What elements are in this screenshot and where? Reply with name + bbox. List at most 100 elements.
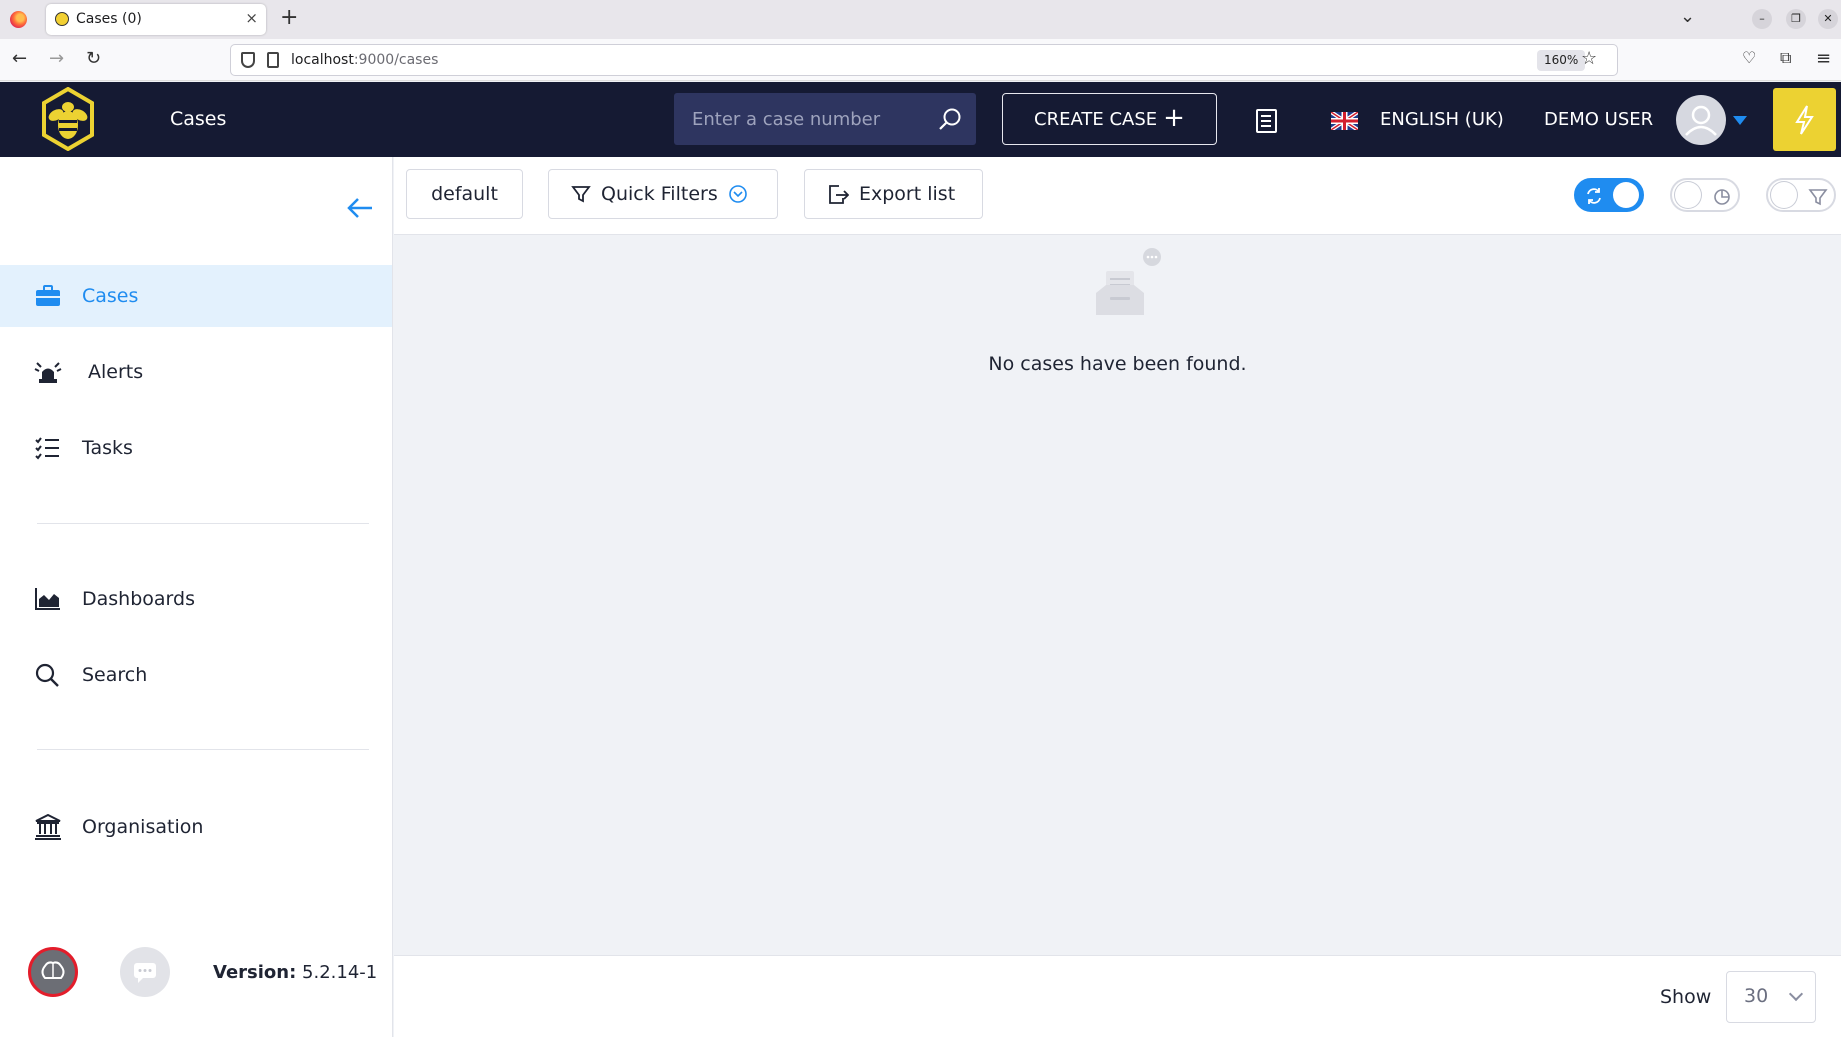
sidebar-item-alerts[interactable]: Alerts	[0, 341, 392, 403]
sidebar-divider	[37, 523, 369, 524]
app-header: Cases CREATE CASE + ENGLISH (UK) DEMO US…	[0, 82, 1841, 157]
filters-toggle[interactable]	[1766, 178, 1836, 212]
chevron-down-circle-icon	[728, 185, 747, 203]
filter-icon	[571, 186, 591, 203]
zoom-badge[interactable]: 160%	[1537, 50, 1586, 71]
page-icon	[267, 52, 279, 68]
sidebar-item-organisation[interactable]: Organisation	[0, 796, 392, 858]
user-menu-caret-icon[interactable]	[1733, 116, 1747, 125]
sidebar-item-label: Alerts	[88, 361, 144, 383]
institution-icon	[35, 814, 61, 840]
brain-icon	[41, 961, 65, 979]
language-selector[interactable]: ENGLISH (UK)	[1380, 109, 1504, 130]
sidebar-item-tasks[interactable]: Tasks	[0, 417, 392, 479]
bookmark-star-icon[interactable]: ☆	[1581, 48, 1597, 69]
toggle-knob	[1771, 182, 1797, 208]
quick-filters-button[interactable]: Quick Filters	[548, 169, 778, 219]
extensions-icon[interactable]: ⧉	[1780, 48, 1791, 68]
shield-icon[interactable]	[241, 52, 255, 68]
user-name[interactable]: DEMO USER	[1544, 109, 1653, 130]
close-window-icon[interactable]: ✕	[1818, 9, 1838, 29]
empty-state-message: No cases have been found.	[988, 353, 1247, 375]
export-list-label: Export list	[859, 183, 956, 205]
plus-icon: +	[1163, 102, 1185, 133]
browser-nav-bar: ← → ↻ localhost:9000/cases 160% ☆ ♡ ⧉ ≡	[0, 39, 1841, 81]
main-content: default Quick Filters Export list No cas…	[394, 157, 1841, 1037]
chevron-down-icon	[1788, 986, 1804, 1002]
url-text[interactable]: localhost:9000/cases	[291, 52, 438, 68]
ai-assistant-button[interactable]	[28, 947, 78, 997]
browser-tab-bar: Cases (0) × + ⌄ – ❐ ✕	[0, 0, 1841, 39]
chart-area-icon	[35, 588, 60, 610]
tasklist-icon	[35, 437, 59, 460]
sidebar-item-label: Dashboards	[82, 588, 195, 610]
url-path: :9000/cases	[353, 52, 439, 68]
pagination-footer: Show 30	[394, 955, 1841, 1037]
toggle-knob	[1675, 182, 1701, 208]
reload-icon[interactable]: ↻	[86, 48, 101, 69]
filter-icon	[1808, 189, 1828, 206]
pocket-icon[interactable]: ♡	[1742, 48, 1756, 67]
quick-actions-button[interactable]	[1773, 88, 1836, 151]
uk-flag-icon[interactable]	[1331, 112, 1358, 130]
export-list-button[interactable]: Export list	[804, 169, 983, 219]
chat-icon	[134, 963, 156, 983]
case-number-input[interactable]	[674, 93, 924, 145]
default-view-button[interactable]: default	[406, 169, 523, 219]
sidebar: Cases Alerts Tasks Dashboards Search Org…	[0, 157, 393, 1037]
browser-tab[interactable]: Cases (0) ×	[46, 4, 266, 35]
sidebar-item-label: Tasks	[82, 437, 133, 459]
search-icon[interactable]	[938, 107, 962, 131]
lightning-icon	[1795, 105, 1814, 135]
url-bar[interactable]: localhost:9000/cases 160% ☆	[230, 44, 1618, 76]
siren-icon	[34, 362, 62, 383]
default-view-label: default	[431, 183, 498, 205]
user-icon	[1685, 105, 1717, 136]
forward-icon[interactable]: →	[49, 48, 64, 69]
collapse-sidebar-arrow-icon[interactable]	[346, 197, 374, 219]
create-case-label: CREATE CASE	[1034, 108, 1158, 130]
pie-chart-icon	[1714, 189, 1730, 205]
case-search	[674, 93, 976, 145]
chat-button[interactable]	[120, 947, 170, 997]
avatar[interactable]	[1676, 95, 1726, 145]
version-label: Version:	[213, 962, 297, 983]
create-case-button[interactable]: CREATE CASE +	[1002, 93, 1217, 145]
thehive-logo[interactable]	[40, 87, 96, 151]
version-value: 5.2.14-1	[302, 962, 378, 983]
empty-inbox-icon	[1096, 248, 1161, 315]
page-size-select[interactable]: 30	[1726, 971, 1816, 1023]
list-toolbar: default Quick Filters Export list	[394, 157, 1841, 235]
page-title: Cases	[170, 108, 227, 130]
minimize-icon[interactable]: –	[1752, 9, 1772, 29]
auto-refresh-toggle[interactable]	[1574, 178, 1644, 212]
page-size-label: Show	[1660, 986, 1712, 1008]
sidebar-item-label: Cases	[82, 285, 139, 307]
briefcase-icon	[36, 285, 60, 306]
tab-list-chevron-icon[interactable]: ⌄	[1680, 6, 1695, 27]
url-host: localhost	[291, 52, 354, 68]
quick-filters-label: Quick Filters	[601, 183, 718, 205]
favicon-icon	[55, 12, 69, 26]
tab-close-icon[interactable]: ×	[245, 9, 258, 27]
toggle-knob	[1613, 182, 1639, 208]
documentation-icon[interactable]	[1256, 109, 1277, 133]
sidebar-item-cases[interactable]: Cases	[0, 265, 392, 327]
firefox-icon	[10, 11, 27, 28]
refresh-icon	[1587, 188, 1601, 204]
export-icon	[829, 185, 849, 204]
version-info: Version: 5.2.14-1	[213, 962, 377, 983]
sidebar-item-search[interactable]: Search	[0, 644, 392, 706]
page-size-value: 30	[1744, 985, 1769, 1007]
back-icon[interactable]: ←	[12, 48, 27, 69]
new-tab-icon[interactable]: +	[280, 5, 298, 30]
sidebar-item-label: Organisation	[82, 816, 204, 838]
menu-icon[interactable]: ≡	[1816, 48, 1831, 69]
search-icon	[35, 663, 59, 687]
stats-toggle[interactable]	[1670, 178, 1740, 212]
restore-icon[interactable]: ❐	[1786, 9, 1806, 29]
sidebar-item-dashboards[interactable]: Dashboards	[0, 568, 392, 630]
sidebar-divider	[37, 749, 369, 750]
tab-title: Cases (0)	[76, 11, 142, 27]
sidebar-item-label: Search	[82, 664, 148, 686]
